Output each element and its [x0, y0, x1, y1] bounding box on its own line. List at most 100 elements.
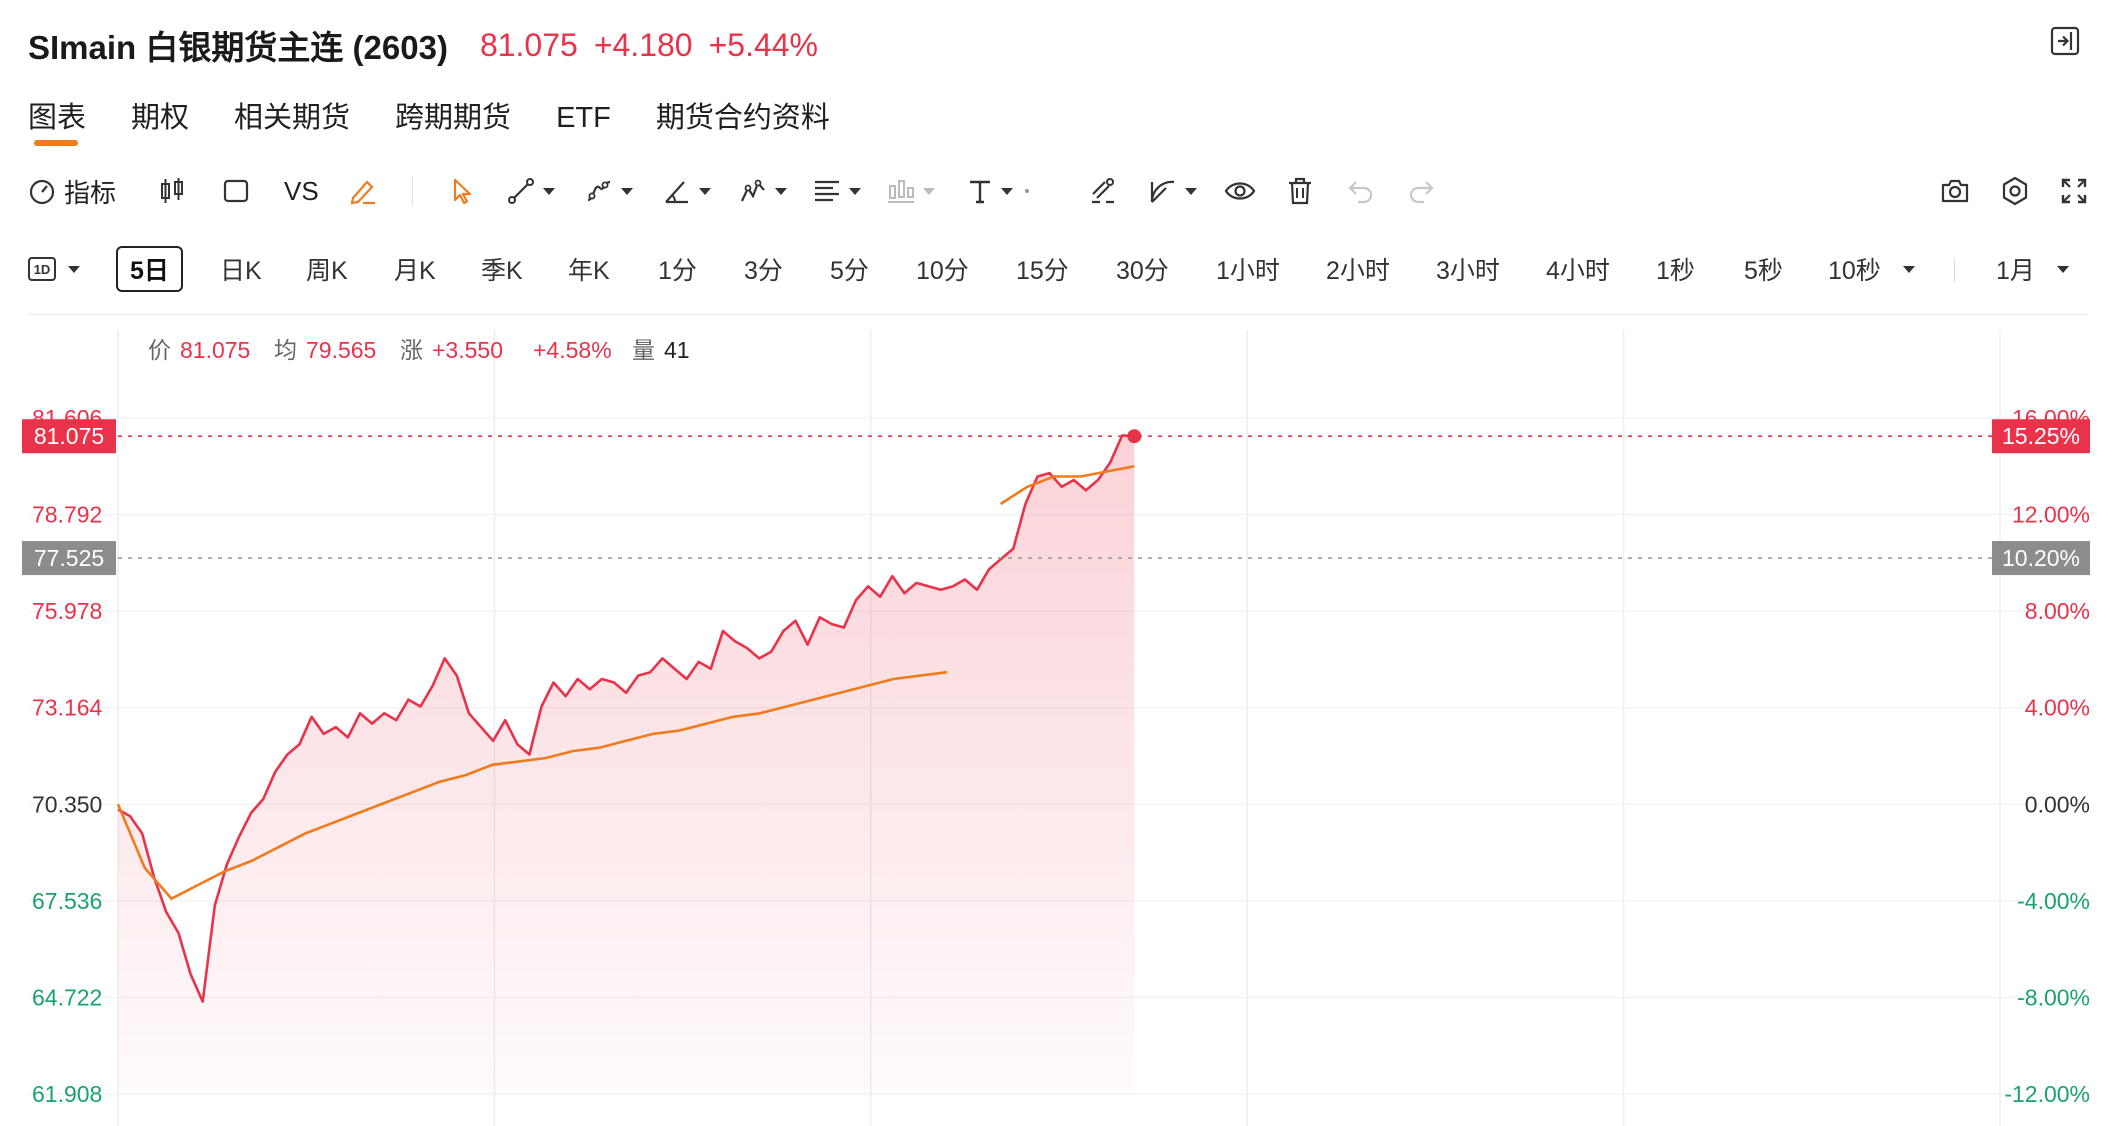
last-price: 81.075 — [479, 26, 578, 63]
angle-tool-icon[interactable] — [662, 170, 711, 212]
price-area — [118, 435, 1135, 1094]
vs-label: VS — [284, 175, 319, 206]
period-quarterly-k[interactable]: 季K — [481, 246, 523, 292]
undo-icon[interactable] — [1346, 170, 1376, 212]
period-10s-dropdown[interactable]: 10秒 — [1828, 246, 1915, 292]
y-axis-right: 16.00%12.00%8.00%4.00%0.00%-4.00%-8.00%-… — [2004, 405, 2090, 1107]
exit-panel-icon[interactable] — [2050, 26, 2080, 56]
tab-chart[interactable]: 图表 — [28, 96, 86, 146]
period-3h[interactable]: 3小时 — [1436, 246, 1500, 292]
pencil-icon[interactable] — [348, 170, 378, 212]
info-vol-label: 量 — [632, 337, 655, 363]
period-daily-k[interactable]: 日K — [220, 246, 262, 292]
tab-related-futures[interactable]: 相关期货 — [234, 96, 350, 146]
range-label: 1月 — [1996, 257, 2035, 285]
y-tick-right: -4.00% — [2017, 888, 2090, 914]
period-3min[interactable]: 3分 — [744, 246, 783, 292]
range-dropdown[interactable]: 1月 — [1996, 246, 2069, 292]
y-tick-right: 0.00% — [2025, 791, 2090, 817]
settings-icon[interactable] — [2000, 170, 2030, 212]
chart-type-dropdown[interactable]: 1D — [28, 246, 80, 292]
y-tick-left: 73.164 — [32, 695, 103, 721]
period-5min[interactable]: 5分 — [830, 246, 869, 292]
text-tool-icon[interactable] — [966, 170, 1029, 212]
period-5d[interactable]: 5日 — [116, 246, 183, 292]
y-tick-right: -8.00% — [2017, 984, 2090, 1010]
info-price-label: 价 — [148, 337, 171, 363]
y-axis-left: 81.60678.79275.97873.16470.35067.53664.7… — [32, 405, 103, 1107]
redo-icon[interactable] — [1406, 170, 1436, 212]
square-icon[interactable] — [222, 170, 250, 212]
info-chg-value: +3.550 — [432, 337, 503, 363]
period-yearly-k[interactable]: 年K — [568, 246, 610, 292]
symbol-title: SImain 白银期货主连 (2603) — [28, 29, 448, 66]
period-2h[interactable]: 2小时 — [1326, 246, 1390, 292]
tab-spread-futures[interactable]: 跨期期货 — [395, 96, 511, 146]
info-pct-value: +4.58% — [533, 337, 612, 363]
magnet-icon[interactable] — [1088, 170, 1118, 212]
chart-toolbar: 指标 VS — [28, 170, 2088, 212]
period-weekly-k[interactable]: 周K — [306, 246, 348, 292]
y-tick-left: 70.350 — [32, 791, 102, 817]
dot-separator — [1025, 189, 1029, 193]
period-4h[interactable]: 4小时 — [1546, 246, 1610, 292]
fullscreen-icon[interactable] — [2060, 170, 2088, 212]
y-tick-right: 8.00% — [2025, 598, 2090, 624]
y-tick-right: 12.00% — [2012, 502, 2090, 528]
period-1s[interactable]: 1秒 — [1656, 246, 1695, 292]
curve-tool-icon[interactable] — [584, 170, 633, 212]
indicator-button[interactable]: 指标 — [28, 170, 116, 212]
chevron-down-icon — [923, 187, 935, 195]
ref-price-tag-text: 77.525 — [34, 545, 104, 571]
candlestick-icon[interactable] — [158, 170, 186, 212]
chevron-down-icon — [543, 187, 555, 195]
period-10s: 10秒 — [1828, 257, 1881, 285]
info-chg-label: 涨 — [400, 337, 423, 363]
intraday-chart[interactable]: 价 81.075 均 79.565 涨 +3.550 +4.58% 量 41 8… — [0, 330, 2116, 1126]
chart-type-label: 1D — [28, 257, 56, 281]
period-1h[interactable]: 1小时 — [1216, 246, 1280, 292]
period-10min[interactable]: 10分 — [916, 246, 969, 292]
period-1min[interactable]: 1分 — [658, 246, 697, 292]
section-divider — [28, 314, 2088, 315]
current-price-tag-text: 81.075 — [34, 423, 104, 449]
chevron-down-icon — [2056, 265, 2069, 273]
current-pct-tag-text: 15.25% — [2002, 423, 2080, 449]
symbol-header: SImain 白银期货主连 (2603) 81.075 +4.180 +5.44… — [28, 22, 818, 68]
chevron-down-icon — [1185, 187, 1197, 195]
period-30min[interactable]: 30分 — [1116, 246, 1169, 292]
y-tick-left: 75.978 — [32, 598, 102, 624]
period-selector: 1D 5日 日K 周K 月K 季K 年K 1分 3分 5分 10分 15分 30… — [28, 246, 2088, 294]
indicator-label: 指标 — [64, 177, 117, 208]
info-avg-label: 均 — [274, 337, 297, 363]
tab-etf[interactable]: ETF — [556, 96, 611, 146]
y-tick-right: -12.00% — [2004, 1081, 2090, 1107]
toolbar-divider — [412, 176, 413, 206]
tab-contract-info[interactable]: 期货合约资料 — [656, 96, 830, 146]
gauge-icon — [28, 177, 56, 205]
line-tool-icon[interactable] — [506, 170, 555, 212]
chevron-down-icon — [849, 187, 861, 195]
pattern-tool-icon[interactable] — [738, 170, 787, 212]
plot-area — [116, 429, 1142, 1094]
chevron-down-icon — [1902, 265, 1915, 273]
chevron-down-icon — [621, 187, 633, 195]
trash-icon[interactable] — [1286, 170, 1314, 212]
measure-icon[interactable] — [1148, 170, 1197, 212]
y-tick-left: 64.722 — [32, 984, 102, 1010]
bars-tool-icon[interactable] — [886, 170, 935, 212]
fib-tool-icon[interactable] — [812, 170, 861, 212]
cursor-icon[interactable] — [448, 170, 476, 212]
period-monthly-k[interactable]: 月K — [394, 246, 436, 292]
period-5s[interactable]: 5秒 — [1744, 246, 1783, 292]
vs-button[interactable]: VS — [284, 170, 319, 212]
tab-options[interactable]: 期权 — [131, 96, 189, 146]
y-tick-left: 78.792 — [32, 502, 102, 528]
price-change: +4.180 — [593, 26, 693, 63]
camera-icon[interactable] — [1940, 170, 1970, 212]
period-15min[interactable]: 15分 — [1016, 246, 1069, 292]
chevron-down-icon — [699, 187, 711, 195]
y-tick-left: 61.908 — [32, 1081, 102, 1107]
eye-icon[interactable] — [1224, 170, 1256, 212]
info-avg-value: 79.565 — [306, 337, 376, 363]
